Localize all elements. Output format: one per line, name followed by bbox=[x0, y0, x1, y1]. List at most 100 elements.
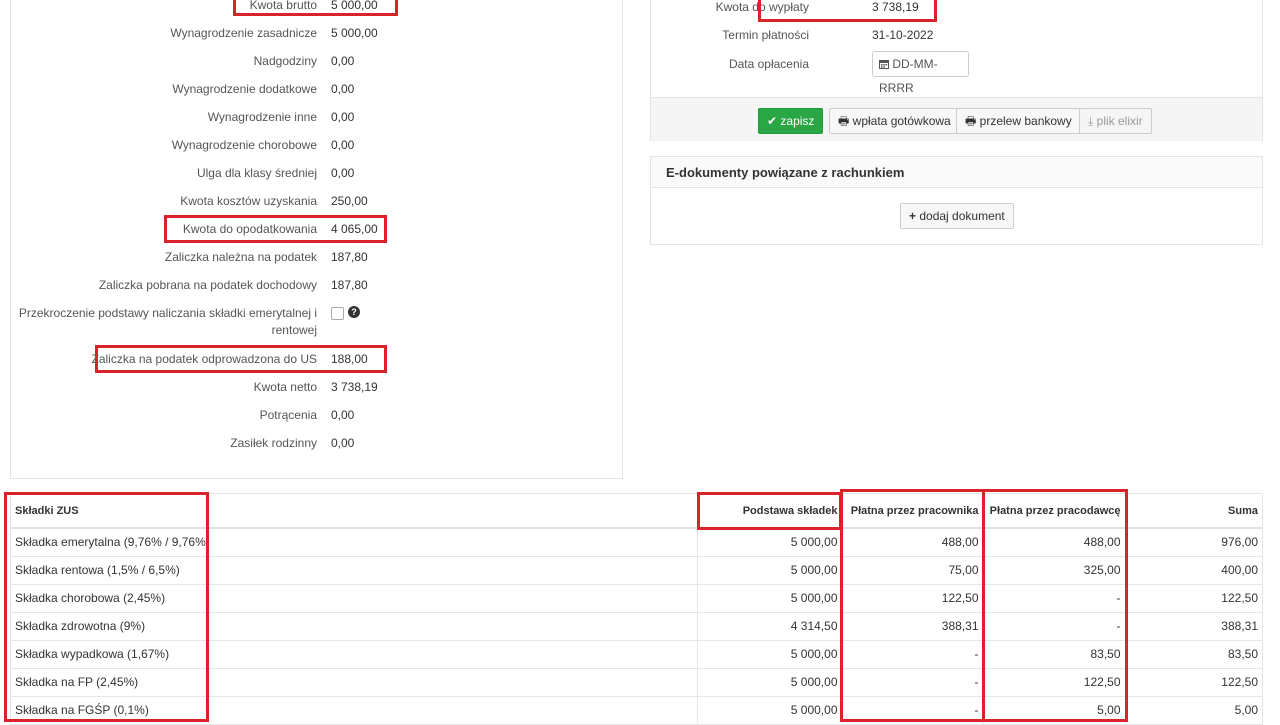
due-date-value: 31-10-2022 bbox=[872, 28, 934, 42]
bank-transfer-button[interactable]: 🖶 przelew bankowy bbox=[956, 108, 1081, 134]
field-label: Zaliczka pobrana na podatek dochodowy bbox=[98, 278, 317, 292]
field-label: Wynagrodzenie inne bbox=[207, 110, 317, 124]
edocuments-panel: E-dokumenty powiązane z rachunkiem + dod… bbox=[650, 156, 1263, 245]
field-value: 0,00 bbox=[331, 54, 355, 68]
table-row: Składka emerytalna (9,76% / 9,76%) 5 000,… bbox=[11, 528, 1262, 557]
payment-actions-bar: ✔ zapisz 🖶 wpłata gotówkowa 🖶 przelew ba… bbox=[651, 97, 1262, 141]
field-label: Kwota kosztów uzyskania bbox=[180, 194, 317, 208]
exceed-basis-label-line1: Przekroczenie podstawy naliczania składk… bbox=[18, 306, 317, 320]
field-label: Ulga dla klasy średniej bbox=[196, 166, 317, 180]
cell-employee: 488,00 bbox=[842, 528, 984, 557]
field-value: 4 065,00 bbox=[331, 222, 378, 236]
cell-employer: 325,00 bbox=[983, 556, 1126, 585]
elixir-file-button[interactable]: ⤓ plik elixir bbox=[1079, 108, 1152, 134]
cell-employee: 388,31 bbox=[842, 612, 984, 641]
field-row: Kwota netto 3 738,19 bbox=[11, 379, 622, 407]
field-label: Kwota do opodatkowania bbox=[182, 222, 317, 236]
cell-zus-name: Składka rentowa (1,5% / 6,5%) bbox=[11, 556, 698, 585]
print-icon: 🖶 bbox=[965, 114, 977, 128]
field-label: Kwota brutto bbox=[249, 0, 317, 12]
cell-base: 5 000,00 bbox=[697, 528, 843, 557]
field-row: Potrącenia 0,00 bbox=[11, 407, 622, 435]
bank-transfer-label: przelew bankowy bbox=[979, 114, 1072, 128]
due-date-label: Termin płatności bbox=[722, 28, 809, 42]
field-value: 5 000,00 bbox=[331, 0, 378, 12]
cell-zus-name: Składka wypadkowa (1,67%) bbox=[11, 640, 698, 669]
field-value: 0,00 bbox=[331, 138, 355, 152]
field-value: 0,00 bbox=[331, 82, 355, 96]
cell-employee: 122,50 bbox=[842, 584, 984, 613]
field-row: Wynagrodzenie inne 0,00 bbox=[11, 109, 622, 137]
table-row: Składka zdrowotna (9%) 4 314,50 388,31-388… bbox=[11, 612, 1262, 641]
field-value: 0,00 bbox=[331, 166, 355, 180]
save-button[interactable]: ✔ zapisz bbox=[758, 108, 824, 134]
field-label: Zasiłek rodzinny bbox=[230, 436, 317, 450]
cell-zus-name: Składka na FP (2,45%) bbox=[11, 668, 698, 697]
cell-employee: - bbox=[842, 640, 984, 669]
zus-contributions-table: Składki ZUS Podstawa składek Płatna prze… bbox=[10, 493, 1263, 725]
field-label: Wynagrodzenie zasadnicze bbox=[170, 26, 317, 40]
field-row: Kwota do opodatkowania 4 065,00 bbox=[11, 221, 622, 249]
exceed-basis-label-line2: rentowej bbox=[271, 323, 317, 337]
cell-base: 4 314,50 bbox=[697, 612, 843, 641]
field-row: Nadgodziny 0,00 bbox=[11, 53, 622, 81]
cell-sum: 400,00 bbox=[1125, 556, 1262, 585]
payment-panel: Kwota do wypłaty 3 738,19 Termin płatnoś… bbox=[650, 0, 1263, 141]
add-document-button[interactable]: + dodaj dokument bbox=[900, 203, 1014, 229]
salary-details-panel: Kwota brutto 5 000,00 Wynagrodzenie zasadn… bbox=[10, 0, 623, 479]
cash-payment-label: wpłata gotówkowa bbox=[852, 114, 951, 128]
table-row: Składka chorobowa (2,45%) 5 000,00 122,50-… bbox=[11, 584, 1262, 613]
help-icon[interactable]: ? bbox=[348, 306, 360, 318]
cash-payment-button[interactable]: 🖶 wpłata gotówkowa bbox=[829, 108, 960, 134]
field-value: 188,00 bbox=[331, 352, 368, 366]
payout-value: 3 738,19 bbox=[872, 0, 919, 14]
calendar-icon bbox=[879, 60, 889, 69]
field-row: Wynagrodzenie dodatkowe 0,00 bbox=[11, 81, 622, 109]
table-row: Składka wypadkowa (1,67%) 5 000,00-83,50 8… bbox=[11, 640, 1262, 669]
cell-employer: - bbox=[983, 584, 1126, 613]
field-row: Kwota kosztów uzyskania 250,00 bbox=[11, 193, 622, 221]
paid-date-input[interactable]: DD-MM-RRRR bbox=[872, 51, 969, 95]
cell-employer: 488,00 bbox=[983, 528, 1126, 557]
field-row: Zaliczka na podatek odprowadzona do US 18… bbox=[11, 351, 622, 379]
cell-sum: 122,50 bbox=[1125, 584, 1262, 613]
field-value: 0,00 bbox=[331, 436, 355, 450]
col-header-contribution: Składki ZUS bbox=[11, 494, 698, 529]
field-label: Kwota netto bbox=[253, 380, 317, 394]
cell-employee: - bbox=[842, 668, 984, 697]
cell-base: 5 000,00 bbox=[697, 640, 843, 669]
table-header-row: Składki ZUS Podstawa składek Płatna prze… bbox=[11, 494, 1262, 529]
field-row: Zasiłek rodzinny 0,00 bbox=[11, 435, 622, 463]
field-value: 250,00 bbox=[331, 194, 368, 208]
cell-sum: 122,50 bbox=[1125, 668, 1262, 697]
payout-label: Kwota do wypłaty bbox=[715, 0, 809, 14]
paid-date-label: Data opłacenia bbox=[728, 57, 809, 71]
plus-icon: + bbox=[909, 209, 917, 223]
field-value: 5 000,00 bbox=[331, 26, 378, 40]
exceed-basis-row: Przekroczenie podstawy naliczania składk… bbox=[11, 305, 622, 341]
save-button-label: zapisz bbox=[780, 114, 815, 128]
cell-base: 5 000,00 bbox=[697, 584, 843, 613]
field-value: 0,00 bbox=[331, 110, 355, 124]
col-header-employee: Płatna przez pracownika bbox=[842, 494, 984, 529]
field-label: Potrącenia bbox=[259, 408, 317, 422]
cell-sum: 83,50 bbox=[1125, 640, 1262, 669]
field-value: 187,80 bbox=[331, 250, 368, 264]
cell-zus-name: Składka emerytalna (9,76% / 9,76%) bbox=[11, 528, 698, 557]
cell-employee: 75,00 bbox=[842, 556, 984, 585]
field-row: Ulga dla klasy średniej 0,00 bbox=[11, 165, 622, 193]
field-row: Wynagrodzenie zasadnicze 5 000,00 bbox=[11, 25, 622, 53]
elixir-file-label: plik elixir bbox=[1096, 114, 1143, 128]
cell-base: 5 000,00 bbox=[697, 556, 843, 585]
cell-sum: 388,31 bbox=[1125, 612, 1262, 641]
cell-zus-name: Składka zdrowotna (9%) bbox=[11, 612, 698, 641]
table-row: Składka na FP (2,45%) 5 000,00-122,50 122,… bbox=[11, 668, 1262, 697]
field-value: 0,00 bbox=[331, 408, 355, 422]
cell-zus-name: Składka chorobowa (2,45%) bbox=[11, 584, 698, 613]
cell-employer: 83,50 bbox=[983, 640, 1126, 669]
field-label: Zaliczka na podatek odprowadzona do US bbox=[91, 352, 317, 366]
exceed-basis-checkbox[interactable] bbox=[331, 307, 344, 320]
field-label: Zaliczka należna na podatek bbox=[164, 250, 317, 264]
download-icon: ⤓ bbox=[1088, 114, 1094, 128]
table-row: Składka rentowa (1,5% / 6,5%) 5 000,00 75,… bbox=[11, 556, 1262, 585]
